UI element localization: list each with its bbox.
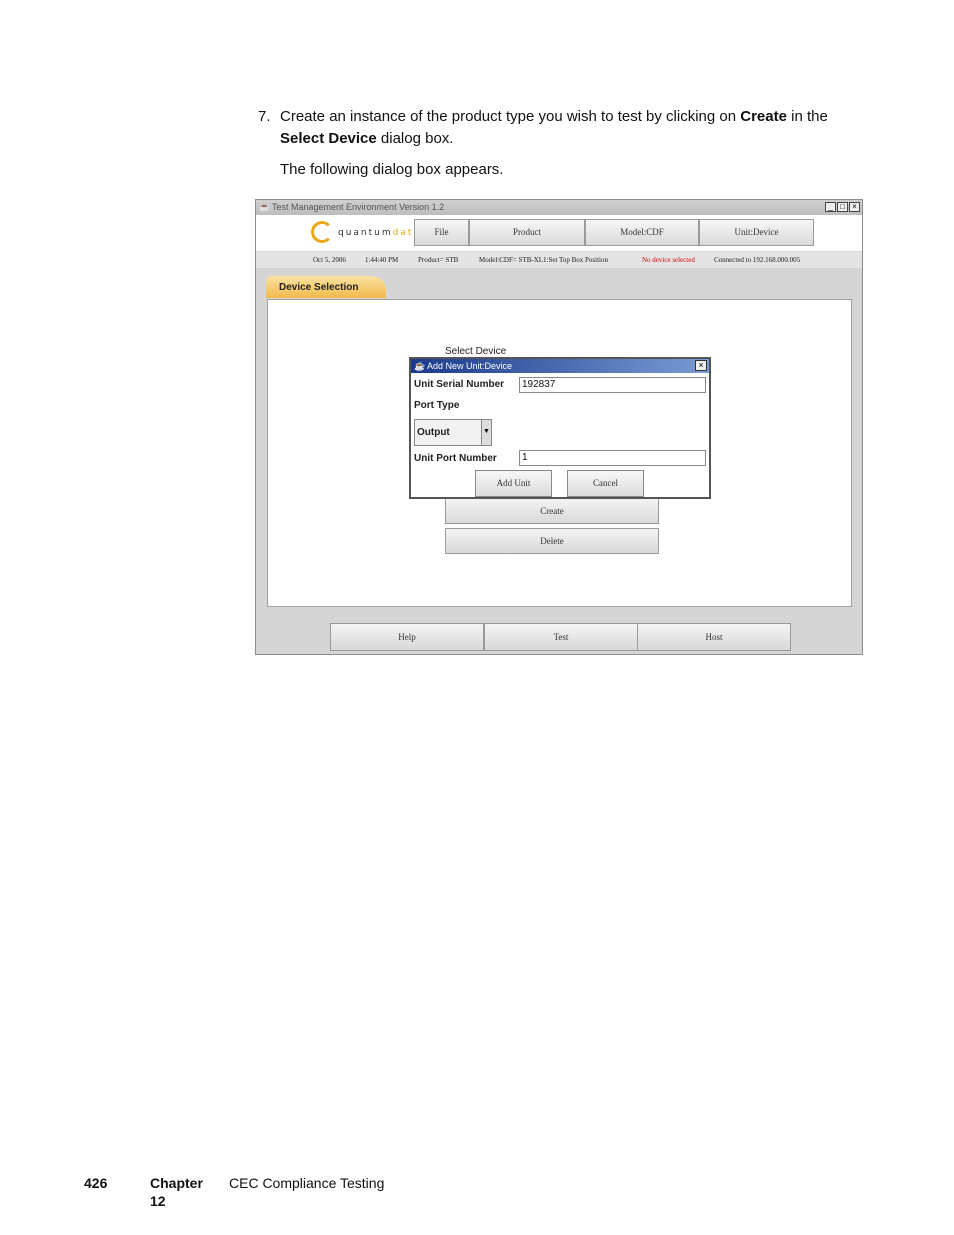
status-bar: Oct 5, 2006 1:44:40 PM Product= STB Mode…: [256, 252, 862, 268]
dialog-titlebar: ☕ Add New Unit:Device ×: [411, 359, 709, 373]
tab-device-selection[interactable]: Device Selection: [266, 276, 386, 298]
cancel-button[interactable]: Cancel: [567, 470, 644, 497]
port-type-select[interactable]: Output ▼: [414, 419, 492, 446]
window-titlebar: ☕ Test Management Environment Version 1.…: [256, 200, 862, 215]
logo-word-quantum: quantum: [338, 228, 393, 238]
close-button[interactable]: ×: [849, 202, 860, 212]
step-text: Create an instance of the product type y…: [280, 106, 860, 150]
dialog-title: Add New Unit:Device: [427, 361, 513, 371]
window-title: Test Management Environment Version 1.2: [272, 202, 445, 212]
step-bold-create: Create: [740, 108, 787, 125]
status-date: Oct 5, 2006: [313, 256, 346, 264]
host-button[interactable]: Host: [637, 623, 791, 651]
maximize-button[interactable]: □: [837, 202, 848, 212]
top-toolbar: quantumdata File Product Model:CDF Unit:…: [256, 215, 862, 251]
port-type-label: Port Type: [414, 400, 460, 411]
page-number: 426: [84, 1175, 108, 1191]
chapter-title: CEC Compliance Testing: [229, 1175, 385, 1191]
quantumdata-logo: quantumdata: [311, 221, 419, 247]
follow-text: The following dialog box appears.: [280, 161, 504, 178]
create-button[interactable]: Create: [445, 498, 659, 524]
unit-device-menu-button[interactable]: Unit:Device: [699, 219, 814, 246]
product-menu-button[interactable]: Product: [469, 219, 585, 246]
dialog-close-icon[interactable]: ×: [695, 360, 707, 371]
status-time: 1:44:40 PM: [365, 256, 399, 264]
step-text-part: in the: [786, 108, 828, 125]
logo-q-icon: [311, 221, 333, 243]
step-number: 7.: [258, 108, 271, 125]
port-number-input[interactable]: 1: [519, 450, 706, 466]
port-number-label: Unit Port Number: [414, 453, 497, 464]
step-bold-select-device: Select Device: [280, 130, 377, 147]
test-button[interactable]: Test: [484, 623, 638, 651]
step-text-part: dialog box.: [376, 130, 454, 147]
status-model: Model:CDF= STB-XL1:Set Top Box Position: [479, 256, 608, 264]
java-cup-icon: ☕: [259, 202, 271, 212]
minimize-button[interactable]: _: [825, 202, 836, 212]
delete-button[interactable]: Delete: [445, 528, 659, 554]
app-window-screenshot: ☕ Test Management Environment Version 1.…: [255, 199, 863, 655]
java-cup-icon: ☕: [414, 361, 426, 371]
model-cdf-menu-button[interactable]: Model:CDF: [585, 219, 699, 246]
chapter-label: Chapter 12: [150, 1175, 203, 1209]
help-button[interactable]: Help: [330, 623, 484, 651]
logo-text: quantumdata: [338, 228, 421, 238]
device-selection-panel: Select Device Create Delete ☕ Add New Un…: [267, 299, 852, 607]
add-new-unit-device-dialog: ☕ Add New Unit:Device × Unit Serial Numb…: [409, 357, 711, 499]
status-product: Product= STB: [418, 256, 459, 264]
main-area: Device Selection Select Device Create De…: [256, 268, 862, 654]
status-device: No device selected: [642, 256, 695, 264]
select-device-title: Select Device: [445, 346, 507, 357]
serial-number-input[interactable]: 192837: [519, 377, 706, 393]
file-menu-button[interactable]: File: [414, 219, 469, 246]
step-text-part: Create an instance of the product type y…: [280, 108, 741, 125]
chevron-down-icon[interactable]: ▼: [481, 420, 491, 445]
port-type-value: Output: [417, 427, 450, 438]
status-connection: Connected to 192.168.000.005: [714, 256, 801, 264]
add-unit-button[interactable]: Add Unit: [475, 470, 552, 497]
serial-number-label: Unit Serial Number: [414, 379, 505, 390]
